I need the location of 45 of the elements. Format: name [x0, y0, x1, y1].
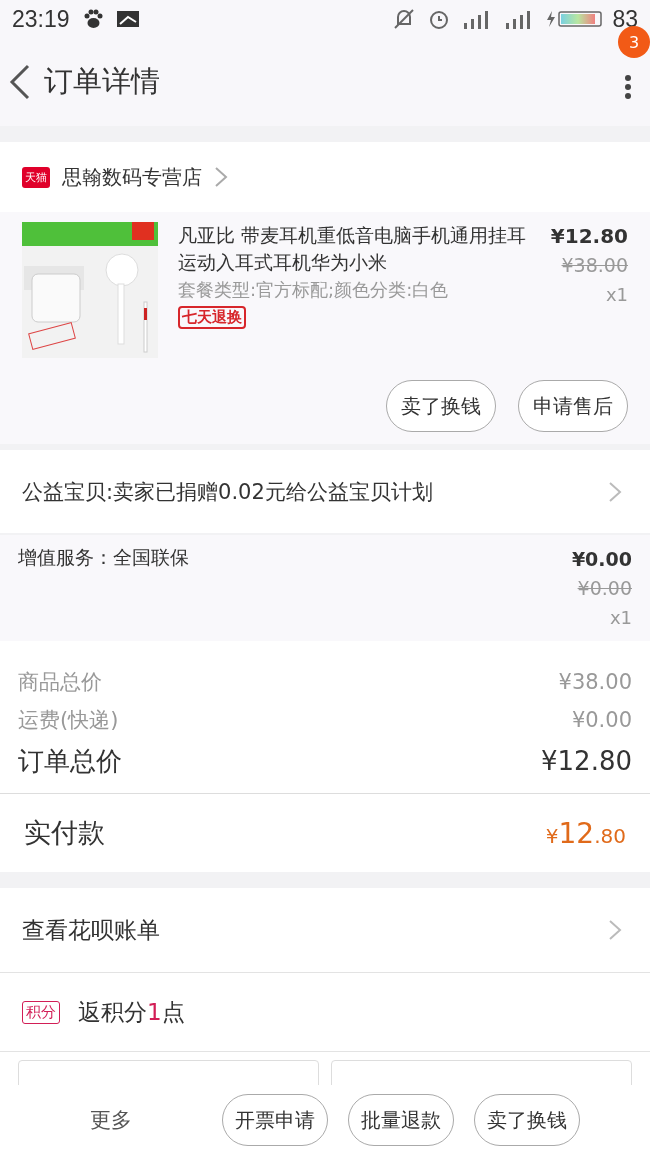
chevron-right-icon: [608, 919, 622, 941]
action-button[interactable]: 批量退款: [348, 1094, 454, 1146]
points-tag: 积分: [22, 1000, 60, 1024]
product-quantity: x1: [605, 283, 628, 307]
page-title: 订单详情: [44, 63, 160, 100]
back-icon[interactable]: [8, 64, 32, 100]
original-price: ¥38.00: [561, 253, 628, 278]
image-icon: [115, 9, 140, 29]
chevron-right-icon: [214, 166, 228, 188]
status-time: 23:19: [12, 5, 70, 33]
more-icon[interactable]: [624, 74, 632, 100]
service-label: 增值服务：全国联保: [18, 545, 189, 570]
action-button[interactable]: 开票申请: [222, 1094, 328, 1146]
notification-badge: 3: [618, 26, 650, 58]
more-link[interactable]: 更多: [90, 1106, 132, 1134]
alarm-icon: [428, 8, 451, 30]
action-button[interactable]: 申请售后: [518, 380, 628, 432]
product-title: 凡亚比 带麦耳机重低音电脑手机通用挂耳运动入耳式耳机华为小米: [178, 224, 527, 275]
total-value: ¥38.00: [558, 669, 632, 696]
total-value: ¥12.80: [541, 745, 632, 778]
product-spec: 套餐类型:官方标配;颜色分类:白色: [178, 278, 449, 302]
service-quantity: x1: [609, 606, 632, 630]
return-tag: 七天退换: [178, 306, 246, 329]
shop-tag: 天猫: [22, 166, 50, 188]
product-price: ¥12.80: [550, 223, 628, 250]
shop-name: 思翰数码专营店: [62, 163, 202, 191]
original-price: ¥0.00: [577, 576, 632, 601]
chevron-right-icon: [608, 480, 622, 503]
total-label: 商品总价: [18, 669, 102, 696]
shop-row[interactable]: 天猫 思翰数码专营店: [0, 142, 650, 212]
points-text: 返积分1点: [78, 997, 185, 1027]
paid-label: 实付款: [24, 816, 105, 850]
huabei-row[interactable]: 查看花呗账单: [0, 888, 650, 973]
total-value: ¥0.00: [571, 707, 632, 734]
total-label: 运费(快递): [18, 707, 119, 734]
action-button[interactable]: 卖了换钱: [474, 1094, 580, 1146]
service-price: ¥0.00: [571, 547, 632, 572]
total-label: 订单总价: [18, 745, 122, 778]
charity-text: 公益宝贝:卖家已捐赠0.02元给公益宝贝计划: [22, 478, 433, 506]
muted-bell-icon: [392, 8, 417, 30]
charity-row[interactable]: 公益宝贝:卖家已捐赠0.02元给公益宝贝计划: [0, 450, 650, 533]
paid-amount: ¥12.80: [545, 816, 626, 850]
action-button[interactable]: 卖了换钱: [386, 380, 496, 432]
huabei-text: 查看花呗账单: [22, 915, 160, 945]
battery-icon: [546, 9, 605, 29]
